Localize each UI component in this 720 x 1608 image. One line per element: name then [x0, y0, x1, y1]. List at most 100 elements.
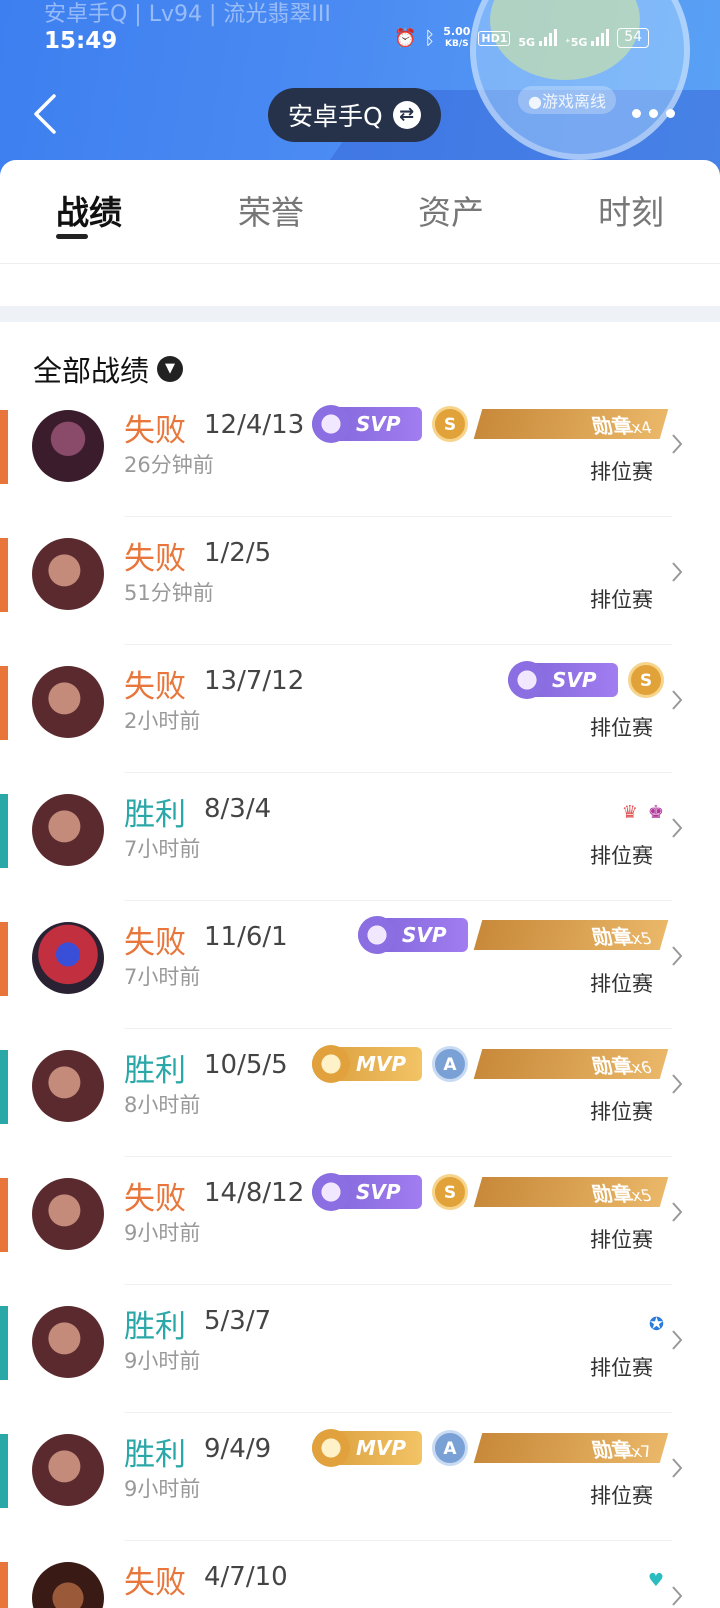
battery-icon: 54: [617, 28, 650, 48]
tab-records[interactable]: 战绩: [56, 186, 122, 234]
match-row[interactable]: 胜利 5/3/7 9小时前 ✪ 排位赛: [0, 1296, 720, 1424]
match-kda: 1/2/5: [204, 538, 272, 568]
row-separator: [124, 1284, 672, 1285]
result-indicator-bar: [0, 1178, 8, 1252]
match-row[interactable]: 失败 13/7/12 2小时前 SVP S 排位赛: [0, 656, 720, 784]
svp-badge: SVP: [312, 405, 422, 443]
match-result: 胜利: [124, 1309, 186, 1345]
match-mode: 排位赛: [590, 844, 653, 868]
match-badges: SVP S 勋章x5: [312, 1173, 669, 1211]
grade-badge: A: [432, 1430, 468, 1466]
signal-5g-plus-icon: ⁺5G: [564, 28, 610, 49]
match-badges: ♛ ♚: [622, 802, 664, 823]
hero-avatar: [32, 538, 104, 610]
match-mode: 排位赛: [590, 972, 653, 996]
match-result: 失败: [124, 1565, 186, 1601]
net-speed-unit: KB/S: [445, 39, 469, 49]
match-row[interactable]: 失败 4/7/10 ♥ 排位赛: [0, 1552, 720, 1608]
match-badges: SVP 勋章x5: [358, 916, 669, 954]
match-kda: 8/3/4: [204, 794, 272, 824]
match-mode: 排位赛: [590, 1356, 653, 1380]
match-badges: SVP S: [508, 661, 664, 699]
match-badges: ✪: [649, 1314, 664, 1335]
hero-avatar: [32, 1562, 104, 1608]
tab-assets[interactable]: 资产: [418, 186, 484, 234]
match-mode: 排位赛: [590, 588, 653, 612]
section-title: 全部战绩: [33, 354, 150, 388]
match-kda: 13/7/12: [204, 666, 305, 696]
grade-badge: S: [432, 406, 468, 442]
match-row[interactable]: 失败 1/2/5 51分钟前 排位赛: [0, 528, 720, 656]
chevron-right-icon: [672, 1330, 683, 1350]
hero-avatar: [32, 1306, 104, 1378]
result-indicator-bar: [0, 410, 8, 484]
hero-avatar: [32, 1178, 104, 1250]
match-result: 胜利: [124, 1053, 186, 1089]
hd-icon: HD1: [478, 30, 511, 46]
match-time-ago: 7小时前: [124, 965, 201, 989]
hero-avatar: [32, 666, 104, 738]
active-tab-indicator: [56, 234, 88, 239]
match-row[interactable]: 失败 12/4/13 26分钟前 SVP S 勋章x4 排位赛: [0, 400, 720, 528]
match-kda: 12/4/13: [204, 410, 305, 440]
chevron-right-icon: [672, 562, 683, 582]
achievement-icon: ♥: [647, 1570, 664, 1591]
hero-avatar: [32, 1050, 104, 1122]
match-row[interactable]: 胜利 9/4/9 9小时前 MVP A 勋章x7 排位赛: [0, 1424, 720, 1552]
svp-badge: SVP: [358, 916, 468, 954]
alarm-icon: ⏰: [394, 27, 417, 49]
medal-badge: 勋章x6: [473, 1049, 669, 1079]
match-kda: 4/7/10: [204, 1562, 288, 1592]
faded-profile-line: 安卓手Q | Lv94 | 流光翡翠III: [44, 2, 331, 27]
account-switcher[interactable]: 安卓手Q ⇄: [268, 88, 441, 142]
swap-icon: ⇄: [392, 101, 421, 129]
row-separator: [124, 1156, 672, 1157]
chevron-right-icon: [672, 946, 683, 966]
status-time: 15:49: [44, 28, 118, 54]
row-separator: [124, 1028, 672, 1029]
match-time-ago: 26分钟前: [124, 453, 214, 477]
match-time-ago: 9小时前: [124, 1221, 201, 1245]
medal-label: 勋章: [589, 413, 637, 438]
medal-badge: 勋章x7: [473, 1433, 669, 1463]
match-row[interactable]: 失败 11/6/1 7小时前 SVP 勋章x5 排位赛: [0, 912, 720, 1040]
match-row[interactable]: 失败 14/8/12 9小时前 SVP S 勋章x5 排位赛: [0, 1168, 720, 1296]
hero-avatar: [32, 410, 104, 482]
tab-honors[interactable]: 荣誉: [238, 186, 304, 234]
row-separator: [124, 644, 672, 645]
medal-label: 勋章: [589, 1181, 637, 1206]
match-badges: MVP A 勋章x6: [312, 1045, 669, 1083]
result-indicator-bar: [0, 1306, 8, 1380]
chevron-down-icon: ▼: [157, 356, 184, 382]
match-mode: 排位赛: [590, 1100, 653, 1124]
match-mode: 排位赛: [590, 716, 653, 740]
chevron-right-icon: [672, 1458, 683, 1478]
medal-count: x6: [629, 1057, 655, 1077]
row-separator: [124, 900, 672, 901]
tab-moments[interactable]: 时刻: [598, 186, 664, 234]
match-kda: 14/8/12: [204, 1178, 305, 1208]
more-options-icon[interactable]: [632, 98, 682, 128]
back-button[interactable]: [30, 92, 70, 136]
match-row[interactable]: 胜利 8/3/4 7小时前 ♛ ♚ 排位赛: [0, 784, 720, 912]
match-result: 失败: [124, 541, 186, 577]
result-indicator-bar: [0, 1562, 8, 1608]
result-indicator-bar: [0, 794, 8, 868]
hero-avatar: [32, 1434, 104, 1506]
mvp-badge: MVP: [312, 1429, 422, 1467]
result-indicator-bar: [0, 1434, 8, 1508]
hero-avatar: [32, 794, 104, 866]
signal-5g-icon: 5G: [518, 28, 557, 48]
bluetooth-icon: ᛒ: [424, 27, 436, 49]
chevron-right-icon: [672, 818, 683, 838]
section-divider: [0, 306, 720, 322]
result-indicator-bar: [0, 1050, 8, 1124]
game-offline-badge: ●游戏离线: [518, 86, 616, 114]
grade-badge: S: [432, 1174, 468, 1210]
match-row[interactable]: 胜利 10/5/5 8小时前 MVP A 勋章x6 排位赛: [0, 1040, 720, 1168]
achievement-icon: ✪: [648, 1314, 664, 1335]
match-badges: ♥: [648, 1570, 664, 1591]
match-kda: 5/3/7: [204, 1306, 272, 1336]
records-filter-dropdown[interactable]: 全部战绩 ▼: [33, 348, 184, 390]
signal-5g-plus-label: ⁺5G: [564, 36, 588, 49]
